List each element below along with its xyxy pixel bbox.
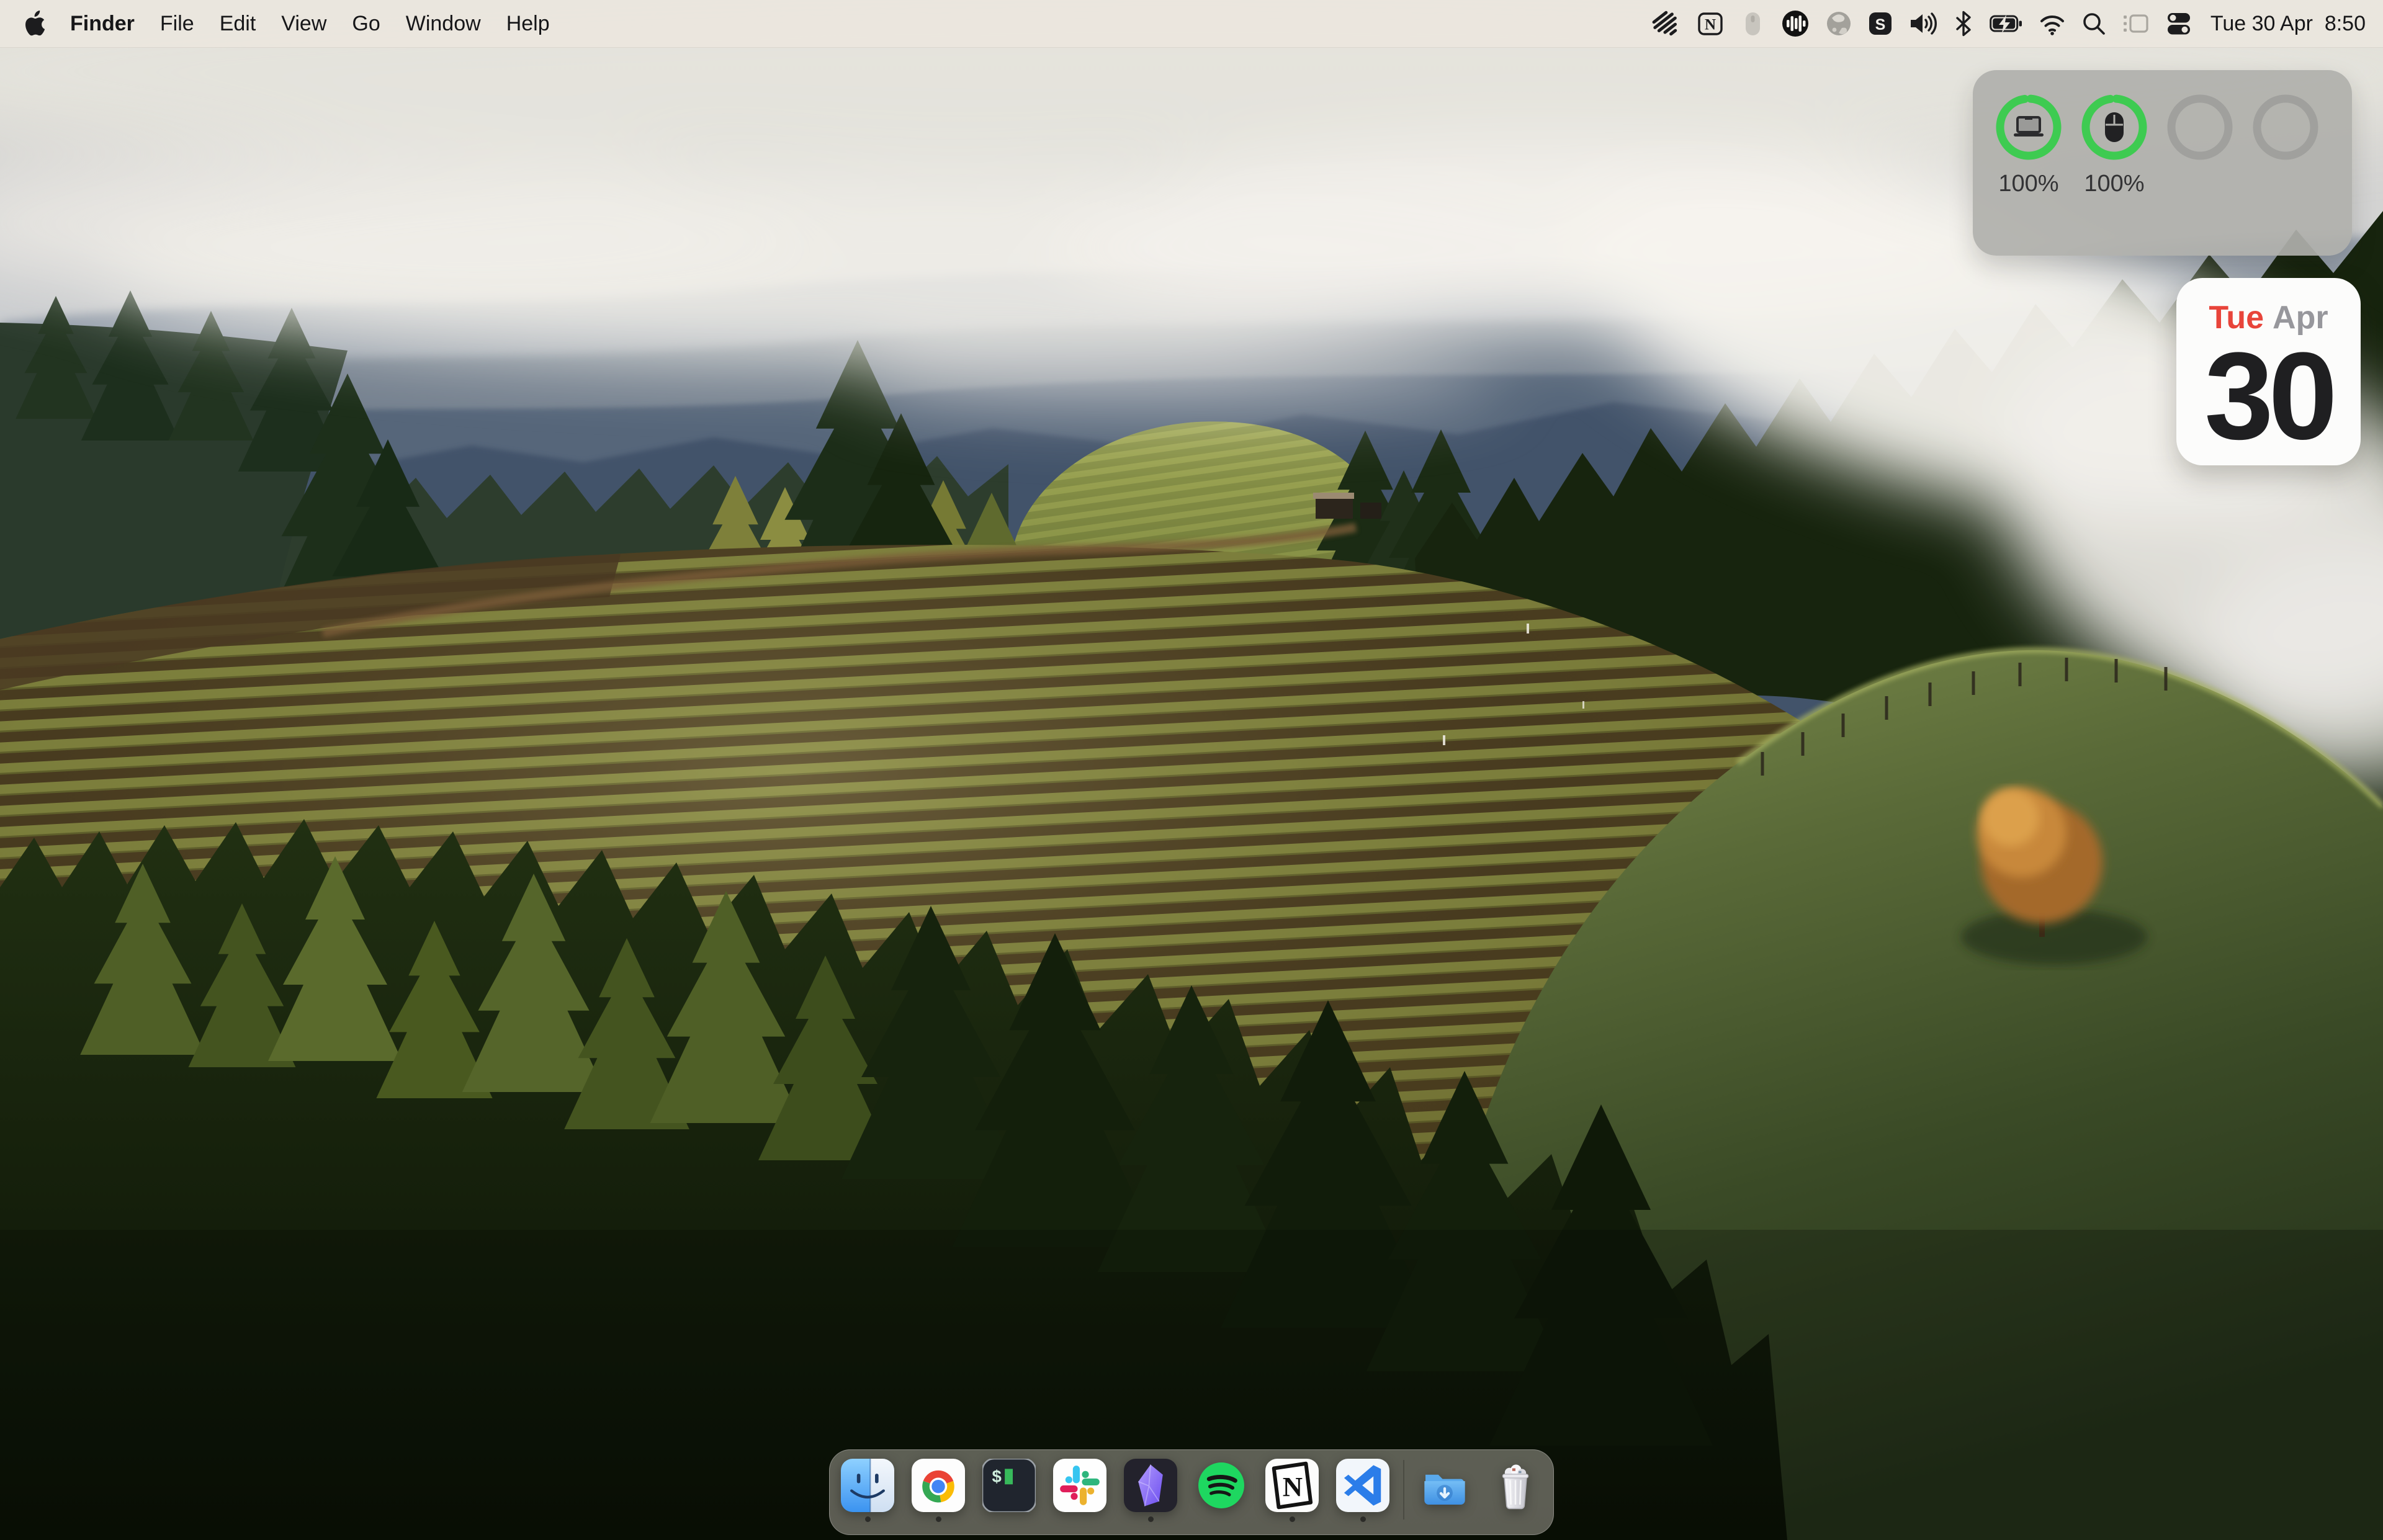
battery-slot-empty-2 <box>2251 92 2320 256</box>
menu-item-go[interactable]: Go <box>352 0 380 47</box>
menu-bar: Finder File Edit View Go Window Help N S <box>0 0 2383 48</box>
dock-item-spotify[interactable] <box>1195 1459 1248 1512</box>
s-app-icon[interactable]: S <box>1868 9 1893 38</box>
battery-percent-mouse: 100% <box>2084 171 2144 198</box>
battery-slot-empty-1 <box>2165 92 2235 256</box>
svg-text:$: $ <box>992 1467 1001 1486</box>
bluetooth-icon[interactable] <box>1954 9 1973 38</box>
battery-percent-laptop: 100% <box>1998 171 2058 198</box>
menu-item-window[interactable]: Window <box>406 0 481 47</box>
notion-menu-icon[interactable]: N <box>1697 9 1724 38</box>
dock: $ <box>829 1449 1554 1535</box>
calendar-day: 30 <box>2204 338 2332 455</box>
dock-item-slack[interactable] <box>1053 1459 1106 1512</box>
menu-item-help[interactable]: Help <box>506 0 550 47</box>
dock-item-downloads[interactable] <box>1418 1459 1471 1512</box>
mouse-icon <box>2105 112 2124 142</box>
menu-bar-clock[interactable]: Tue 30 Apr 8:50 <box>2210 12 2366 36</box>
desktop: Finder File Edit View Go Window Help N S <box>0 0 2383 1540</box>
svg-text:N: N <box>1705 17 1716 34</box>
battery-charging-icon[interactable] <box>1990 9 2023 38</box>
dock-item-vscode[interactable] <box>1336 1459 1389 1512</box>
menu-item-edit[interactable]: Edit <box>220 0 256 47</box>
globe-icon[interactable] <box>1826 9 1852 38</box>
dock-item-terminal[interactable]: $ <box>982 1459 1036 1512</box>
dock-item-chrome[interactable] <box>912 1459 965 1512</box>
menu-item-file[interactable]: File <box>160 0 194 47</box>
dock-item-obsidian[interactable] <box>1124 1459 1177 1512</box>
menu-bar-left: Finder File Edit View Go Window Help <box>0 0 550 47</box>
volume-icon[interactable] <box>1909 9 1937 38</box>
audio-waveform-icon[interactable] <box>1781 9 1810 38</box>
laptop-icon <box>2014 117 2044 137</box>
svg-text:N: N <box>1283 1471 1303 1502</box>
hand-icon[interactable] <box>1651 9 1681 38</box>
wifi-icon[interactable] <box>2039 9 2065 38</box>
menu-item-finder[interactable]: Finder <box>70 0 135 47</box>
dock-item-trash[interactable] <box>1489 1459 1542 1512</box>
control-center-icon[interactable] <box>2166 9 2192 38</box>
dock-item-notion[interactable]: N <box>1265 1459 1319 1512</box>
apple-menu-icon[interactable] <box>24 11 45 37</box>
spotlight-icon[interactable] <box>2081 9 2106 38</box>
dock-item-finder[interactable] <box>841 1459 894 1512</box>
window-list-icon[interactable] <box>2122 9 2150 38</box>
batteries-widget[interactable]: 100% 100% <box>1973 70 2352 256</box>
mouse-battery-icon[interactable] <box>1740 9 1765 38</box>
menu-item-view[interactable]: View <box>281 0 326 47</box>
battery-slot-mouse: 100% <box>2080 92 2149 256</box>
battery-slot-laptop: 100% <box>1994 92 2063 256</box>
menu-bar-status: N S T <box>1651 9 2383 38</box>
calendar-widget[interactable]: TueApr 30 <box>2176 278 2361 465</box>
svg-text:S: S <box>1875 16 1886 34</box>
dock-separator <box>1403 1460 1404 1520</box>
